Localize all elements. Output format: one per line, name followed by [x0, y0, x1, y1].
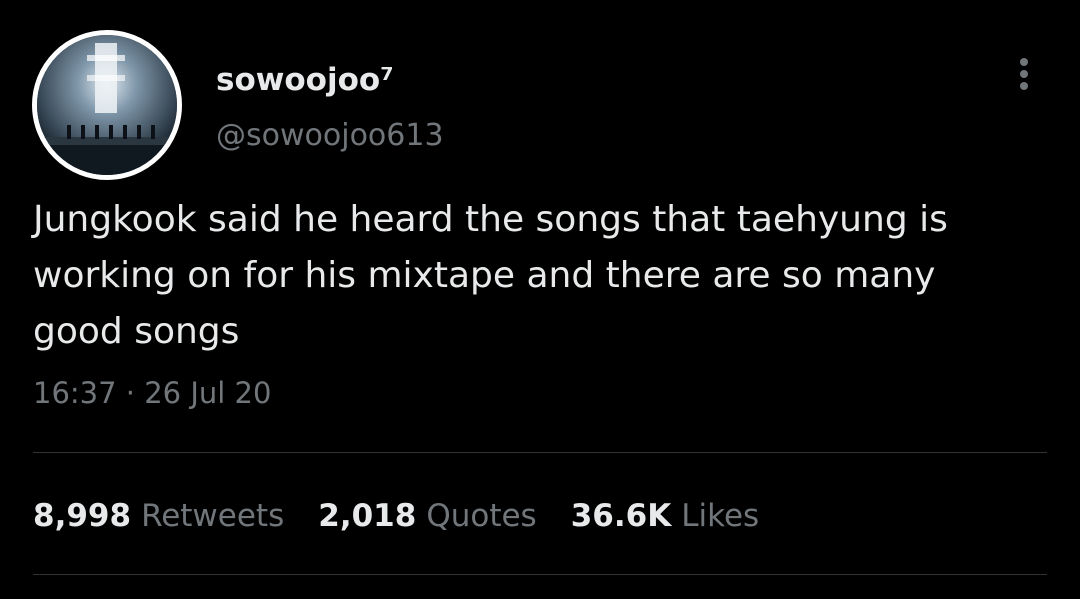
tweet-text: Jungkook said he heard the songs that ta… [33, 199, 948, 352]
user-handle[interactable]: @sowoojoo613 [216, 118, 444, 153]
likes-count: 36.6K [570, 498, 672, 534]
retweets-label: Retweets [141, 498, 285, 534]
likes-stat[interactable]: 36.6K Likes [571, 498, 759, 534]
tweet-card: sowoojoo⁷ @sowoojoo613 Jungkook said he … [0, 0, 1080, 599]
display-name[interactable]: sowoojoo⁷ [216, 62, 394, 98]
retweets-stat[interactable]: 8,998 Retweets [33, 498, 284, 534]
quotes-label: Quotes [426, 498, 537, 534]
avatar-image [37, 35, 177, 175]
avatar[interactable] [32, 30, 182, 180]
engagement-stats: 8,998 Retweets 2,018 Quotes 36.6K Likes [33, 494, 793, 538]
likes-label: Likes [681, 498, 760, 534]
more-vertical-icon[interactable] [1008, 54, 1040, 94]
retweets-count: 8,998 [33, 498, 132, 534]
divider [33, 574, 1047, 575]
divider [33, 452, 1047, 453]
quotes-stat[interactable]: 2,018 Quotes [318, 498, 536, 534]
quotes-count: 2,018 [318, 498, 417, 534]
tweet-timestamp[interactable]: 16:37 · 26 Jul 20 [33, 376, 271, 410]
